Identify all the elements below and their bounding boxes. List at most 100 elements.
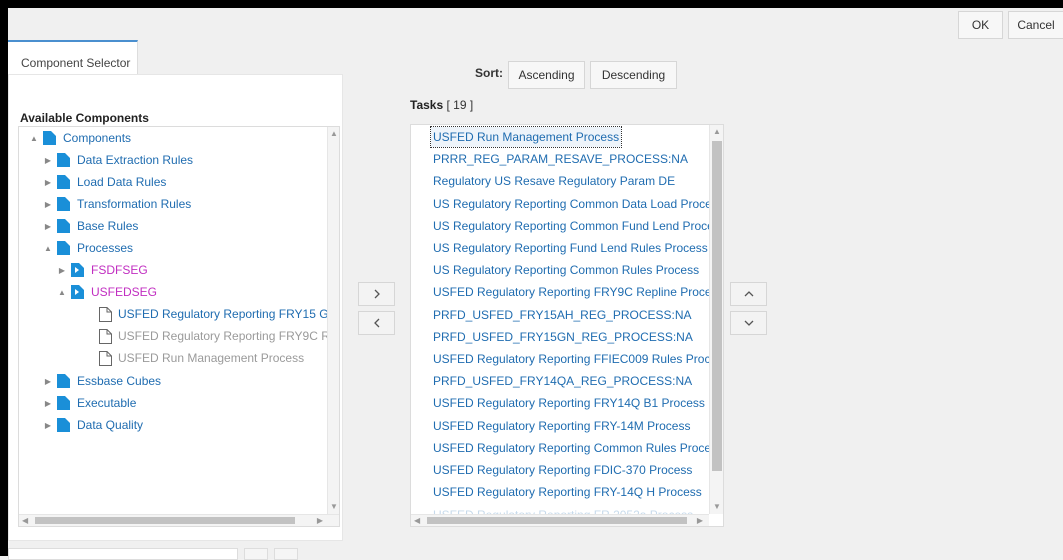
- tree-scroll-thumb[interactable]: [35, 517, 295, 524]
- collapsed-triangle-icon[interactable]: ▶: [43, 178, 53, 187]
- scroll-down-arrow-icon[interactable]: ▼: [330, 502, 338, 512]
- task-item[interactable]: US Regulatory Reporting Common Rules Pro…: [433, 260, 699, 280]
- sort-label: Sort:: [475, 66, 503, 80]
- task-item[interactable]: USFED Regulatory Reporting FFIEC009 Rule…: [433, 349, 723, 369]
- tab-label: Component Selector: [21, 56, 131, 70]
- tasks-scroll-left-icon[interactable]: ◀: [414, 516, 420, 526]
- task-item[interactable]: PRFD_USFED_FRY15AH_REG_PROCESS:NA: [433, 305, 692, 325]
- scroll-left-arrow-icon[interactable]: ◀: [22, 516, 28, 526]
- cancel-button[interactable]: Cancel: [1008, 11, 1063, 39]
- expanded-triangle-icon[interactable]: ▲: [29, 134, 39, 143]
- segment-folder-icon: [71, 263, 84, 277]
- tasks-horizontal-scrollbar[interactable]: ◀ ▶: [411, 514, 709, 526]
- collapsed-triangle-icon[interactable]: ▶: [43, 200, 53, 209]
- tree-vertical-scrollbar[interactable]: ▲ ▼: [327, 127, 339, 514]
- tree-node-transformation-rules[interactable]: ▶ Transformation Rules: [43, 194, 191, 214]
- scroll-up-arrow-icon[interactable]: ▲: [330, 129, 338, 139]
- move-right-button[interactable]: [358, 282, 395, 306]
- task-item[interactable]: USFED Regulatory Reporting FDIC-370 Proc…: [433, 460, 692, 480]
- tasks-label: Tasks: [410, 98, 444, 112]
- tree-node-label: FSDFSEG: [91, 263, 148, 277]
- tree-node-label: Base Rules: [77, 219, 139, 233]
- document-icon: [99, 328, 112, 344]
- task-item[interactable]: USFED Regulatory Reporting FRY-14M Proce…: [433, 416, 690, 436]
- task-item[interactable]: PRRR_REG_PARAM_RESAVE_PROCESS:NA: [433, 149, 688, 169]
- component-tree[interactable]: ▲ Components ▶ Data Extraction Rules ▶ Load D…: [18, 126, 340, 527]
- segment-folder-icon: [71, 285, 84, 299]
- tree-node-essbase-cubes[interactable]: ▶ Essbase Cubes: [43, 371, 161, 391]
- tree-node-data-extraction-rules[interactable]: ▶ Data Extraction Rules: [43, 150, 193, 170]
- tasks-count: [ 19 ]: [446, 98, 474, 112]
- collapsed-triangle-icon[interactable]: ▶: [43, 421, 53, 430]
- collapsed-triangle-icon[interactable]: ▶: [57, 266, 67, 275]
- collapsed-triangle-icon[interactable]: ▶: [43, 222, 53, 231]
- task-item[interactable]: Regulatory US Resave Regulatory Param DE: [433, 171, 675, 191]
- tasks-scroll-thumb[interactable]: [712, 141, 722, 471]
- tree-node-process-run-management[interactable]: USFED Run Management Process: [85, 348, 304, 368]
- tree-node-process-fry15g[interactable]: USFED Regulatory Reporting FRY15 G Re: [85, 304, 339, 324]
- expanded-triangle-icon[interactable]: ▲: [57, 288, 67, 297]
- sort-ascending-button[interactable]: Ascending: [508, 61, 585, 89]
- tab-component-selector[interactable]: Component Selector: [8, 40, 138, 74]
- task-item[interactable]: US Regulatory Reporting Common Data Load…: [433, 194, 718, 214]
- task-item[interactable]: USFED Regulatory Reporting FRY-14Q H Pro…: [433, 482, 702, 502]
- component-selector-panel: Available Components ▲ Components ▶ Data Ex…: [8, 74, 343, 541]
- ok-button[interactable]: OK: [958, 11, 1003, 39]
- tree-node-label: Transformation Rules: [77, 197, 192, 211]
- task-item[interactable]: USFED Regulatory Reporting FRY14Q B1 Pro…: [433, 393, 705, 413]
- tasks-scroll-down-icon[interactable]: ▼: [713, 502, 721, 512]
- tree-node-data-quality[interactable]: ▶ Data Quality: [43, 415, 143, 435]
- task-item[interactable]: PRFD_USFED_FRY15GN_REG_PROCESS:NA: [433, 327, 693, 347]
- move-up-button[interactable]: [730, 282, 767, 306]
- folder-icon: [57, 197, 70, 211]
- tasks-vertical-scrollbar[interactable]: ▲ ▼: [709, 125, 723, 514]
- tasks-scroll-up-icon[interactable]: ▲: [713, 127, 721, 137]
- task-item[interactable]: PRFD_USFED_FRY14QA_REG_PROCESS:NA: [433, 371, 692, 391]
- tree-node-label: Processes: [77, 241, 134, 255]
- move-left-button[interactable]: [358, 311, 395, 335]
- tree-node-components[interactable]: ▲ Components: [29, 128, 131, 148]
- tree-node-label: USFED Run Management Process: [118, 351, 305, 365]
- folder-icon: [57, 396, 70, 410]
- sort-descending-button[interactable]: Descending: [590, 61, 677, 89]
- collapsed-triangle-icon[interactable]: ▶: [43, 156, 53, 165]
- tasks-hscroll-thumb[interactable]: [427, 517, 687, 524]
- tree-node-base-rules[interactable]: ▶ Base Rules: [43, 216, 138, 236]
- document-icon: [99, 350, 112, 366]
- chevron-down-icon: [744, 320, 753, 326]
- folder-icon: [57, 418, 70, 432]
- window-top-border: [0, 0, 1063, 8]
- task-item[interactable]: USFED Regulatory Reporting Common Rules …: [433, 438, 723, 458]
- tasks-list[interactable]: USFED Run Management Process PRRR_REG_PAR…: [410, 124, 724, 527]
- chevron-up-icon: [744, 291, 753, 297]
- tree-node-label: Data Extraction Rules: [77, 153, 194, 167]
- task-item[interactable]: US Regulatory Reporting Fund Lend Rules …: [433, 238, 708, 258]
- bottom-button-1[interactable]: [244, 548, 268, 560]
- tree-node-process-fry9c[interactable]: USFED Regulatory Reporting FRY9C Rep: [85, 326, 339, 346]
- bottom-button-2[interactable]: [274, 548, 298, 560]
- window-left-border: [0, 0, 8, 556]
- task-item[interactable]: USFED Regulatory Reporting FRY9C Repline…: [433, 282, 723, 302]
- expanded-triangle-icon[interactable]: ▲: [43, 244, 53, 253]
- tree-node-label: Components: [63, 131, 132, 145]
- available-components-heading: Available Components: [20, 111, 149, 125]
- collapsed-triangle-icon[interactable]: ▶: [43, 377, 53, 386]
- tasks-scroll-right-icon[interactable]: ▶: [697, 516, 703, 526]
- folder-icon: [57, 374, 70, 388]
- tree-node-executable[interactable]: ▶ Executable: [43, 393, 136, 413]
- tree-node-fsdfseg[interactable]: ▶ FSDFSEG: [57, 260, 148, 280]
- bottom-search-field[interactable]: [8, 548, 238, 560]
- scroll-right-arrow-icon[interactable]: ▶: [317, 516, 323, 526]
- folder-icon: [57, 241, 70, 255]
- tree-node-label: Executable: [77, 396, 137, 410]
- tree-node-processes[interactable]: ▲ Processes: [43, 238, 133, 258]
- tree-node-usfedseg[interactable]: ▲ USFEDSEG: [57, 282, 157, 302]
- tree-horizontal-scrollbar[interactable]: ◀ ▶: [19, 514, 339, 526]
- task-item[interactable]: USFED Run Management Process: [429, 126, 623, 148]
- folder-icon: [57, 175, 70, 189]
- tree-node-load-data-rules[interactable]: ▶ Load Data Rules: [43, 172, 166, 192]
- folder-icon: [57, 219, 70, 233]
- task-item[interactable]: US Regulatory Reporting Common Fund Lend…: [433, 216, 717, 236]
- collapsed-triangle-icon[interactable]: ▶: [43, 399, 53, 408]
- move-down-button[interactable]: [730, 311, 767, 335]
